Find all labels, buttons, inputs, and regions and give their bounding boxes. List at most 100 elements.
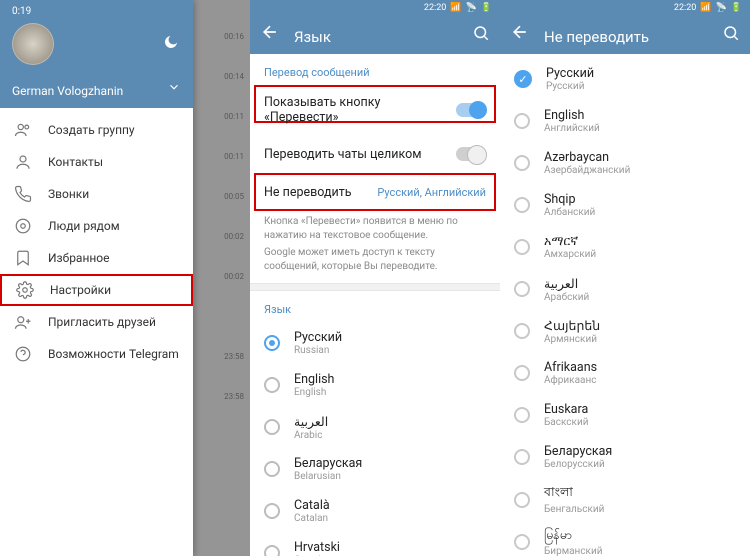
native-name: Euskara bbox=[544, 402, 589, 417]
language-option[interactable]: العربيةArabic bbox=[250, 406, 500, 448]
menu-label: Настройки bbox=[50, 283, 111, 297]
menu-contacts[interactable]: Контакты bbox=[0, 146, 193, 178]
exclude-option[interactable]: AzərbaycanАзербайджанский bbox=[500, 142, 750, 184]
exclude-option[interactable]: БеларускаяБелорусский bbox=[500, 436, 750, 478]
exclude-option[interactable]: EnglishАнглийский bbox=[500, 100, 750, 142]
moon-icon[interactable] bbox=[163, 34, 179, 54]
menu-features[interactable]: Возможности Telegram bbox=[0, 338, 193, 370]
native-name: Беларуская bbox=[544, 444, 612, 459]
battery-icon: 🔋 bbox=[731, 3, 742, 13]
section-label: Язык bbox=[250, 291, 500, 322]
exclude-languages-panel: 22:20📶📡🔋 Не переводить ✓РусскийРусскийEn… bbox=[500, 0, 750, 556]
native-name: አማርኛ bbox=[544, 234, 596, 249]
circle-icon bbox=[514, 197, 530, 213]
menu-invite[interactable]: Пригласить друзей bbox=[0, 306, 193, 338]
header: 22:20📶📡🔋 Язык bbox=[250, 0, 500, 54]
header: 22:20📶📡🔋 Не переводить bbox=[500, 0, 750, 54]
circle-icon bbox=[514, 534, 530, 550]
english-name: Баскский bbox=[544, 417, 589, 428]
language-names: ShqipАлбанский bbox=[544, 192, 595, 218]
search-icon[interactable] bbox=[472, 24, 490, 46]
language-names: العربيةArabic bbox=[294, 414, 328, 441]
menu-label: Пригласить друзей bbox=[48, 315, 156, 329]
english-name: Russian bbox=[294, 345, 342, 356]
native-name: Azərbaycan bbox=[544, 150, 630, 165]
menu-nearby[interactable]: Люди рядом bbox=[0, 210, 193, 242]
avatar[interactable] bbox=[12, 23, 54, 65]
side-drawer: 0:19 German Vologzhanin Создать группу К… bbox=[0, 0, 193, 556]
signal-icon: 📶 bbox=[450, 3, 461, 13]
exclude-option[interactable]: አማርኛАмхарский bbox=[500, 226, 750, 268]
back-icon[interactable] bbox=[510, 22, 530, 46]
exclude-scroll[interactable]: ✓РусскийРусскийEnglishАнглийскийAzərbayc… bbox=[500, 54, 750, 556]
exclude-option[interactable]: EuskaraБаскский bbox=[500, 394, 750, 436]
menu-calls[interactable]: Звонки bbox=[0, 178, 193, 210]
menu-saved[interactable]: Избранное bbox=[0, 242, 193, 274]
language-list: РусскийRussian EnglishEnglish العربيةArabi… bbox=[250, 322, 500, 556]
language-names: EnglishEnglish bbox=[294, 372, 334, 398]
english-name: Belarusian bbox=[294, 471, 362, 482]
english-name: Английский bbox=[544, 123, 600, 134]
menu-settings[interactable]: Настройки bbox=[0, 274, 193, 306]
native-name: Հայերեն bbox=[544, 318, 600, 334]
drawer-panel: 0:19 German Vologzhanin Создать группу К… bbox=[0, 0, 250, 556]
language-option[interactable]: CatalàCatalan bbox=[250, 490, 500, 532]
english-name: Амхарский bbox=[544, 249, 596, 260]
exclude-option[interactable]: AfrikaansАфрикаанс bbox=[500, 352, 750, 394]
back-icon[interactable] bbox=[260, 22, 280, 46]
native-name: Русский bbox=[294, 330, 342, 345]
english-name: Catalan bbox=[294, 513, 330, 524]
do-not-translate-row[interactable]: Не переводить Русский, Английский bbox=[250, 173, 500, 211]
language-option[interactable]: РусскийRussian bbox=[250, 322, 500, 364]
menu-create-group[interactable]: Создать группу bbox=[0, 114, 193, 146]
row-value: Русский, Английский bbox=[377, 186, 486, 199]
circle-icon bbox=[514, 449, 530, 465]
english-name: Бенгальский bbox=[544, 504, 604, 515]
english-name: Арабский bbox=[544, 292, 589, 303]
row-label: Показывать кнопку «Перевести» bbox=[264, 95, 456, 125]
menu-label: Звонки bbox=[48, 187, 89, 201]
toggle-on[interactable] bbox=[456, 103, 486, 117]
english-name: Бирманский bbox=[544, 546, 603, 556]
exclude-option[interactable]: မြန်မာБирманский bbox=[500, 521, 750, 556]
native-name: English bbox=[544, 108, 600, 123]
english-name: Армянский bbox=[544, 334, 600, 345]
native-name: العربية bbox=[544, 276, 589, 292]
exclude-option[interactable]: ՀայերենАрмянский bbox=[500, 310, 750, 352]
exclude-option[interactable]: العربيةАрабский bbox=[500, 268, 750, 310]
language-option[interactable]: HrvatskiCroatian bbox=[250, 532, 500, 556]
language-names: বাংলাБенгальский bbox=[544, 484, 604, 515]
exclude-option[interactable]: ShqipАлбанский bbox=[500, 184, 750, 226]
wifi-icon: 📡 bbox=[466, 3, 477, 13]
native-name: Hrvatski bbox=[294, 540, 340, 555]
battery-icon: 🔋 bbox=[481, 3, 492, 13]
radio-icon bbox=[264, 419, 280, 435]
search-icon[interactable] bbox=[722, 24, 740, 46]
english-name: Русский bbox=[546, 81, 594, 92]
circle-icon bbox=[514, 239, 530, 255]
settings-scroll[interactable]: Перевод сообщений Показывать кнопку «Пер… bbox=[250, 54, 500, 556]
exclude-list: ✓РусскийРусскийEnglishАнглийскийAzərbayc… bbox=[500, 54, 750, 556]
translate-whole-row[interactable]: Переводить чаты целиком bbox=[250, 135, 500, 173]
circle-icon bbox=[514, 407, 530, 423]
english-name: Азербайджанский bbox=[544, 165, 630, 176]
row-label: Не переводить bbox=[264, 185, 352, 200]
native-name: English bbox=[294, 372, 334, 387]
language-names: العربيةАрабский bbox=[544, 276, 589, 303]
exclude-option[interactable]: ✓РусскийРусский bbox=[500, 58, 750, 100]
chevron-down-icon[interactable] bbox=[167, 79, 181, 98]
exclude-option[interactable]: বাংলাБенгальский bbox=[500, 478, 750, 521]
status-time: 22:20 bbox=[424, 3, 446, 13]
radio-icon bbox=[264, 545, 280, 556]
language-option[interactable]: БеларускаяBelarusian bbox=[250, 448, 500, 490]
toggle-off[interactable] bbox=[456, 147, 486, 161]
language-names: БеларускаяBelarusian bbox=[294, 456, 362, 482]
drawer-header: 0:19 German Vologzhanin bbox=[0, 0, 193, 108]
section-label: Перевод сообщений bbox=[250, 54, 500, 85]
native-name: Afrikaans bbox=[544, 360, 597, 375]
page-title: Не переводить bbox=[544, 28, 708, 46]
show-translate-row[interactable]: Показывать кнопку «Перевести» bbox=[250, 85, 500, 135]
language-option[interactable]: EnglishEnglish bbox=[250, 364, 500, 406]
drawer-menu: Создать группу Контакты Звонки Люди рядо… bbox=[0, 108, 193, 370]
language-names: CatalàCatalan bbox=[294, 498, 330, 524]
